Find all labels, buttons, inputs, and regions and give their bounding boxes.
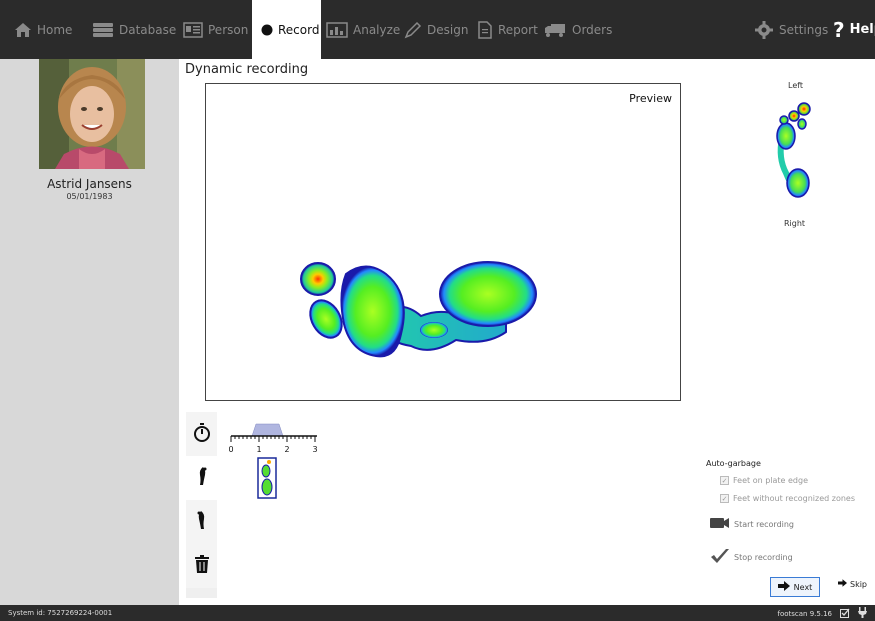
right-foot-icon [196,510,208,534]
nav-design-label: Design [427,22,469,37]
trash-icon [194,554,210,578]
nav-report[interactable]: Report [477,0,538,59]
auto-garbage-title: Auto-garbage [706,459,761,468]
step-thumbnail[interactable] [257,457,277,499]
timeline-ruler[interactable]: 0 1 2 3 [225,418,345,468]
nav-design[interactable]: Design [404,0,468,59]
question-mark-icon: ? [833,17,845,42]
analyze-chart-icon [326,21,348,38]
nav-home-label: Home [37,22,73,37]
next-button[interactable]: Next [770,577,820,597]
nav-database-label: Database [119,22,177,37]
left-foot-label: Left [788,81,804,90]
tick-label: 2 [284,445,289,454]
home-icon [14,22,32,38]
recording-timeline: 0 1 2 3 [217,412,699,598]
feet-on-plate-edge-option[interactable]: ✓ Feet on plate edge [720,476,808,485]
patient-name: Astrid Jansens [47,177,132,191]
record-dot-icon [261,24,273,36]
version-label: footscan 9.5.16 [777,609,833,618]
nav-home[interactable]: Home [14,0,72,59]
stop-recording-button[interactable]: Stop recording [710,548,793,566]
nav-analyze[interactable]: Analyze [326,0,400,59]
system-id: System id: 7527269224-0001 [8,609,113,617]
nav-person-label: Person [208,22,249,37]
tick-label: 0 [228,445,233,454]
pencil-icon [404,21,422,39]
power-plug-icon[interactable] [858,607,867,620]
start-recording-label: Start recording [734,519,795,529]
left-footprint-thumbnail[interactable] [768,98,816,204]
truck-icon [543,22,567,38]
left-foot-icon [196,466,208,490]
page-title: Dynamic recording [185,62,309,77]
timer-button[interactable] [186,412,217,456]
option-label: Feet without recognized zones [733,494,855,503]
checked-box-icon[interactable] [840,608,850,620]
patient-photo [39,59,145,169]
nav-database[interactable]: Database [92,0,176,59]
nav-analyze-label: Analyze [353,22,401,37]
assign-left-foot-button[interactable] [186,456,217,500]
person-card-icon [183,21,203,38]
checkbox[interactable]: ✓ [720,494,729,503]
gear-icon [754,20,774,40]
stop-recording-label: Stop recording [734,552,793,562]
nav-help-label: Help [849,22,875,37]
nav-orders[interactable]: Orders [543,0,612,59]
start-recording-button[interactable]: Start recording [710,517,794,531]
skip-button[interactable]: Skip [838,579,867,589]
nav-record[interactable]: Record [252,0,321,59]
next-label: Next [793,582,813,592]
skip-label: Skip [850,579,868,589]
arrow-right-icon [838,579,847,589]
nav-record-label: Record [278,22,320,37]
nav-report-label: Report [498,22,538,37]
feet-without-zones-option[interactable]: ✓ Feet without recognized zones [720,494,855,503]
arrow-right-icon [777,581,790,593]
tick-label: 3 [312,445,317,454]
pressure-preview-canvas: Preview [205,83,681,401]
nav-orders-label: Orders [572,22,613,37]
stopwatch-icon [193,422,211,446]
status-right: footscan 9.5.16 [777,607,867,620]
checkmark-icon [710,548,730,566]
patient-sidebar: Astrid Jansens 05/01/1983 [0,59,179,605]
patient-dob: 05/01/1983 [66,192,113,201]
tick-label: 1 [256,445,261,454]
right-foot-label: Right [784,219,806,228]
delete-button[interactable] [186,544,217,588]
database-icon [92,22,114,38]
nav-help[interactable]: ? Help [833,0,875,59]
report-document-icon [477,20,493,39]
recording-toolbar [186,412,217,598]
nav-settings-label: Settings [779,22,829,37]
video-camera-icon [710,517,730,531]
footprint-heatmap [300,261,537,358]
assign-right-foot-button[interactable] [186,500,217,544]
status-bar: System id: 7527269224-0001 footscan 9.5.… [0,605,875,621]
top-nav-bar: Home Database Person Record Analyze Desi… [0,0,875,59]
checkbox[interactable]: ✓ [720,476,729,485]
option-label: Feet on plate edge [733,476,808,485]
nav-settings[interactable]: Settings [754,0,828,59]
nav-person[interactable]: Person [183,0,248,59]
